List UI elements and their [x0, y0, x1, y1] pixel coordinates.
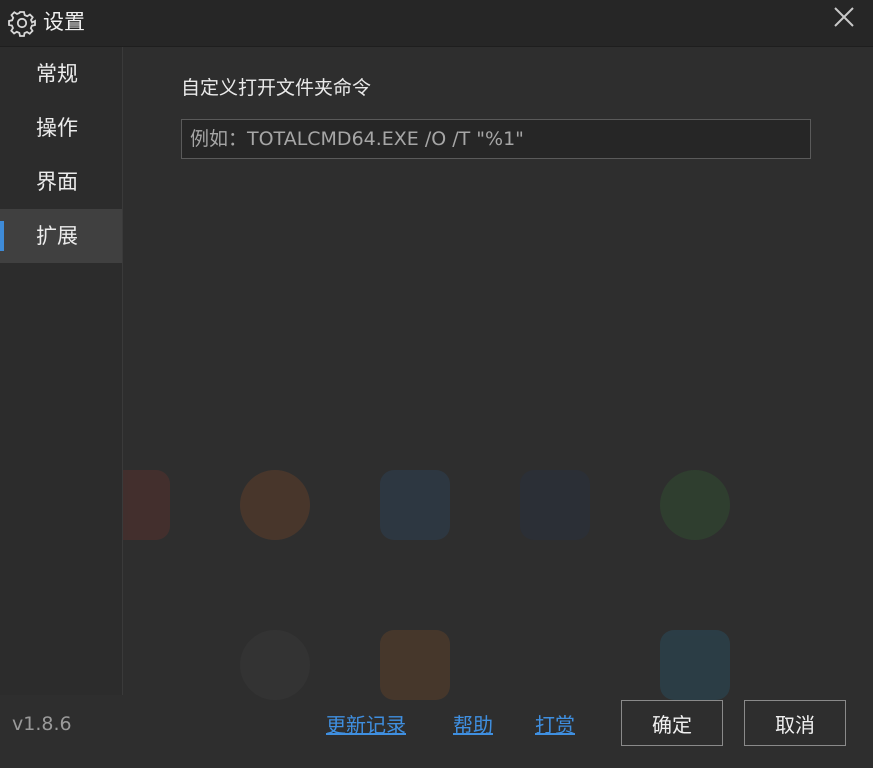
dialog-footer: v1.8.6 更新记录 帮助 打赏 确定 取消 [0, 695, 873, 768]
help-link[interactable]: 帮助 [453, 709, 493, 738]
title-bar: 设置 [0, 0, 873, 47]
changelog-link[interactable]: 更新记录 [326, 709, 406, 738]
sidebar-item-interface[interactable]: 界面 [0, 155, 122, 209]
settings-window: 设置 常规 操作 界面 扩展 自定义打开文件夹命令 v1.8.6 更新记录 帮助… [0, 0, 873, 768]
settings-sidebar: 常规 操作 界面 扩展 [0, 47, 123, 695]
settings-content: 自定义打开文件夹命令 [123, 47, 873, 695]
close-icon [832, 5, 856, 33]
version-label: v1.8.6 [12, 713, 72, 735]
ok-button[interactable]: 确定 [621, 700, 723, 746]
cancel-button[interactable]: 取消 [744, 700, 846, 746]
sidebar-item-general[interactable]: 常规 [0, 47, 122, 101]
sidebar-item-operations[interactable]: 操作 [0, 101, 122, 155]
custom-open-folder-command-label: 自定义打开文件夹命令 [181, 77, 372, 99]
custom-open-folder-command-input[interactable] [181, 119, 811, 159]
window-title: 设置 [43, 10, 85, 34]
sidebar-item-extensions[interactable]: 扩展 [0, 209, 122, 263]
gear-icon [8, 9, 36, 37]
donate-link[interactable]: 打赏 [535, 709, 575, 738]
close-button[interactable] [827, 4, 861, 34]
